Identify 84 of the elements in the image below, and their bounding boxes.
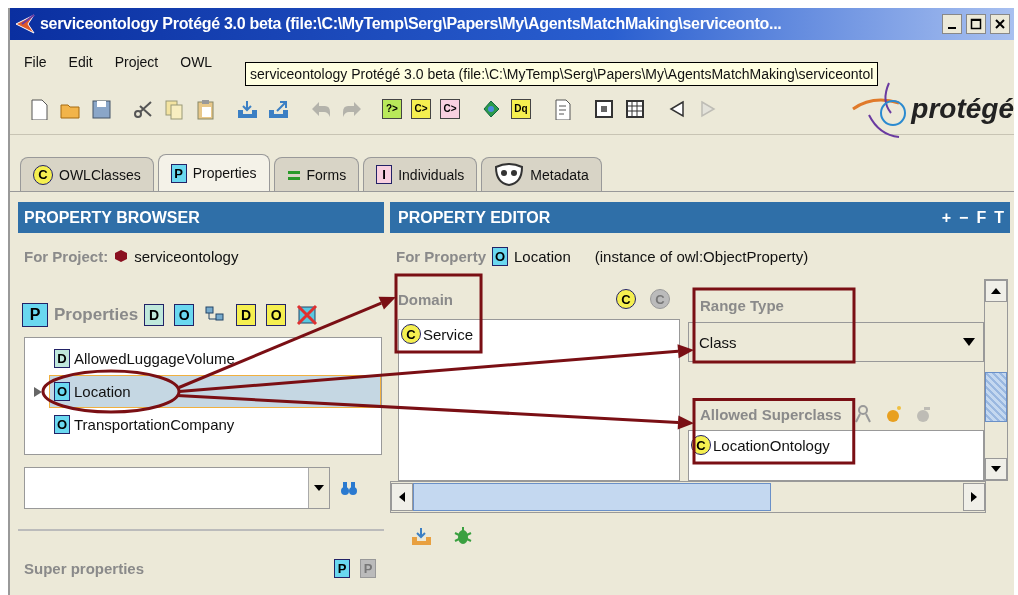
clipboard-icon[interactable]: [194, 98, 216, 120]
caret-down-icon: [314, 485, 324, 491]
tab[interactable]: Forms: [273, 157, 360, 191]
header-button[interactable]: −: [959, 208, 969, 227]
window-title: serviceontology Protégé 3.0 beta (file:\C:\MyTemp\Serg\Papers\My\AgentsMatchMaking\serviceonto...: [40, 15, 783, 33]
section-title: Super properties: [24, 559, 145, 577]
property-name: Location: [514, 247, 571, 265]
menu-item[interactable]: Edit: [68, 54, 93, 70]
class-icon[interactable]: C>: [440, 99, 460, 119]
tray-arrow-in-icon[interactable]: [410, 525, 432, 547]
scissors-icon[interactable]: [132, 98, 154, 120]
add-class-icon[interactable]: C: [616, 289, 636, 309]
tab[interactable]: C OWLClasses: [20, 157, 154, 191]
document-icon[interactable]: Dq: [511, 99, 531, 119]
mask-icon[interactable]: [494, 162, 525, 187]
delete-icon[interactable]: [296, 304, 319, 326]
header-button[interactable]: F: [976, 208, 987, 227]
document-icon[interactable]: [28, 98, 50, 120]
binoculars-icon[interactable]: [340, 479, 358, 497]
domain-label: Domain: [398, 290, 453, 308]
tray-arrow-in-icon[interactable]: [236, 98, 258, 120]
property-icon: P: [170, 163, 187, 183]
minimize-button[interactable]: [942, 14, 962, 34]
app-icon[interactable]: [14, 13, 36, 35]
scroll-thumb[interactable]: [985, 372, 1007, 422]
table-icon[interactable]: [624, 98, 646, 120]
add-property-icon[interactable]: P: [334, 558, 350, 578]
header-button[interactable]: T: [994, 208, 1004, 227]
close-button[interactable]: [990, 14, 1010, 34]
allowed-superclass-label: Allowed Superclass: [700, 405, 842, 423]
tree-item[interactable]: D AllowedLuggageVolume: [49, 342, 381, 375]
panel-header: PROPERTY BROWSER: [18, 202, 384, 233]
tab[interactable]: I Individuals: [363, 157, 478, 191]
class-icon[interactable]: C>: [411, 99, 431, 119]
maximize-button[interactable]: [966, 14, 986, 34]
object-property-icon[interactable]: O: [174, 304, 195, 326]
query-icon[interactable]: ?>: [382, 99, 402, 119]
class-icon: C: [401, 324, 421, 344]
tab[interactable]: P Properties: [157, 154, 270, 191]
tooltip: serviceontology Protégé 3.0 beta (file:\C:\MyTemp\Serg\Papers\My\AgentsMatchMaking\serviceontol: [245, 62, 879, 86]
project-label: For Project:: [24, 247, 109, 265]
person-icon[interactable]: [853, 405, 872, 423]
vertical-scrollbar[interactable]: [984, 279, 1008, 481]
caret-up-icon: [991, 288, 1001, 294]
list-item[interactable]: C LocationOntology: [689, 431, 830, 459]
scroll-thumb[interactable]: [413, 483, 771, 511]
tree-item[interactable]: O TransportationCompany: [49, 408, 381, 441]
hexagon-icon[interactable]: [114, 249, 129, 263]
object-property-icon: O: [54, 415, 70, 434]
caret-down-icon: [991, 466, 1001, 472]
search-combo[interactable]: [24, 467, 330, 509]
property-type: (instance of owl:ObjectProperty): [594, 247, 809, 265]
caret-right-icon: [971, 492, 977, 502]
object-property-icon: O: [54, 382, 70, 401]
class-icon: C: [33, 164, 53, 185]
object-property-icon: O: [492, 246, 508, 266]
copy-icon[interactable]: [163, 98, 185, 120]
individual-icon: I: [376, 165, 393, 184]
project-name: serviceontology: [134, 247, 239, 265]
close-icon: [994, 18, 1006, 30]
header-button[interactable]: +: [941, 208, 952, 227]
annotation-property-icon[interactable]: O: [266, 304, 287, 326]
tab[interactable]: Metadata: [481, 157, 602, 191]
menu-item[interactable]: OWL: [180, 54, 213, 70]
horizontal-scrollbar[interactable]: [390, 481, 986, 513]
menu-item[interactable]: Project: [114, 54, 159, 70]
list-item[interactable]: C Service: [399, 320, 474, 348]
minimize-icon: [948, 27, 956, 29]
annotation-property-icon[interactable]: D: [236, 304, 257, 326]
maximize-icon: [970, 18, 982, 30]
window-icon[interactable]: [593, 98, 615, 120]
range-type-label: Range Type: [700, 297, 785, 314]
panel-title: PROPERTY EDITOR: [398, 208, 552, 227]
datatype-property-icon[interactable]: D: [144, 304, 165, 326]
property-icon: P: [22, 303, 48, 327]
list-title: Properties: [54, 305, 139, 325]
expand-icon[interactable]: [33, 385, 43, 398]
range-type-select[interactable]: Class: [688, 322, 984, 362]
caret-down-icon: [963, 338, 975, 346]
property-label: For Property: [396, 247, 486, 265]
datatype-property-icon: D: [54, 349, 70, 368]
caret-left-icon: [399, 492, 405, 502]
tray-arrow-out-icon[interactable]: [267, 98, 289, 120]
menu-item[interactable]: File: [24, 54, 47, 70]
